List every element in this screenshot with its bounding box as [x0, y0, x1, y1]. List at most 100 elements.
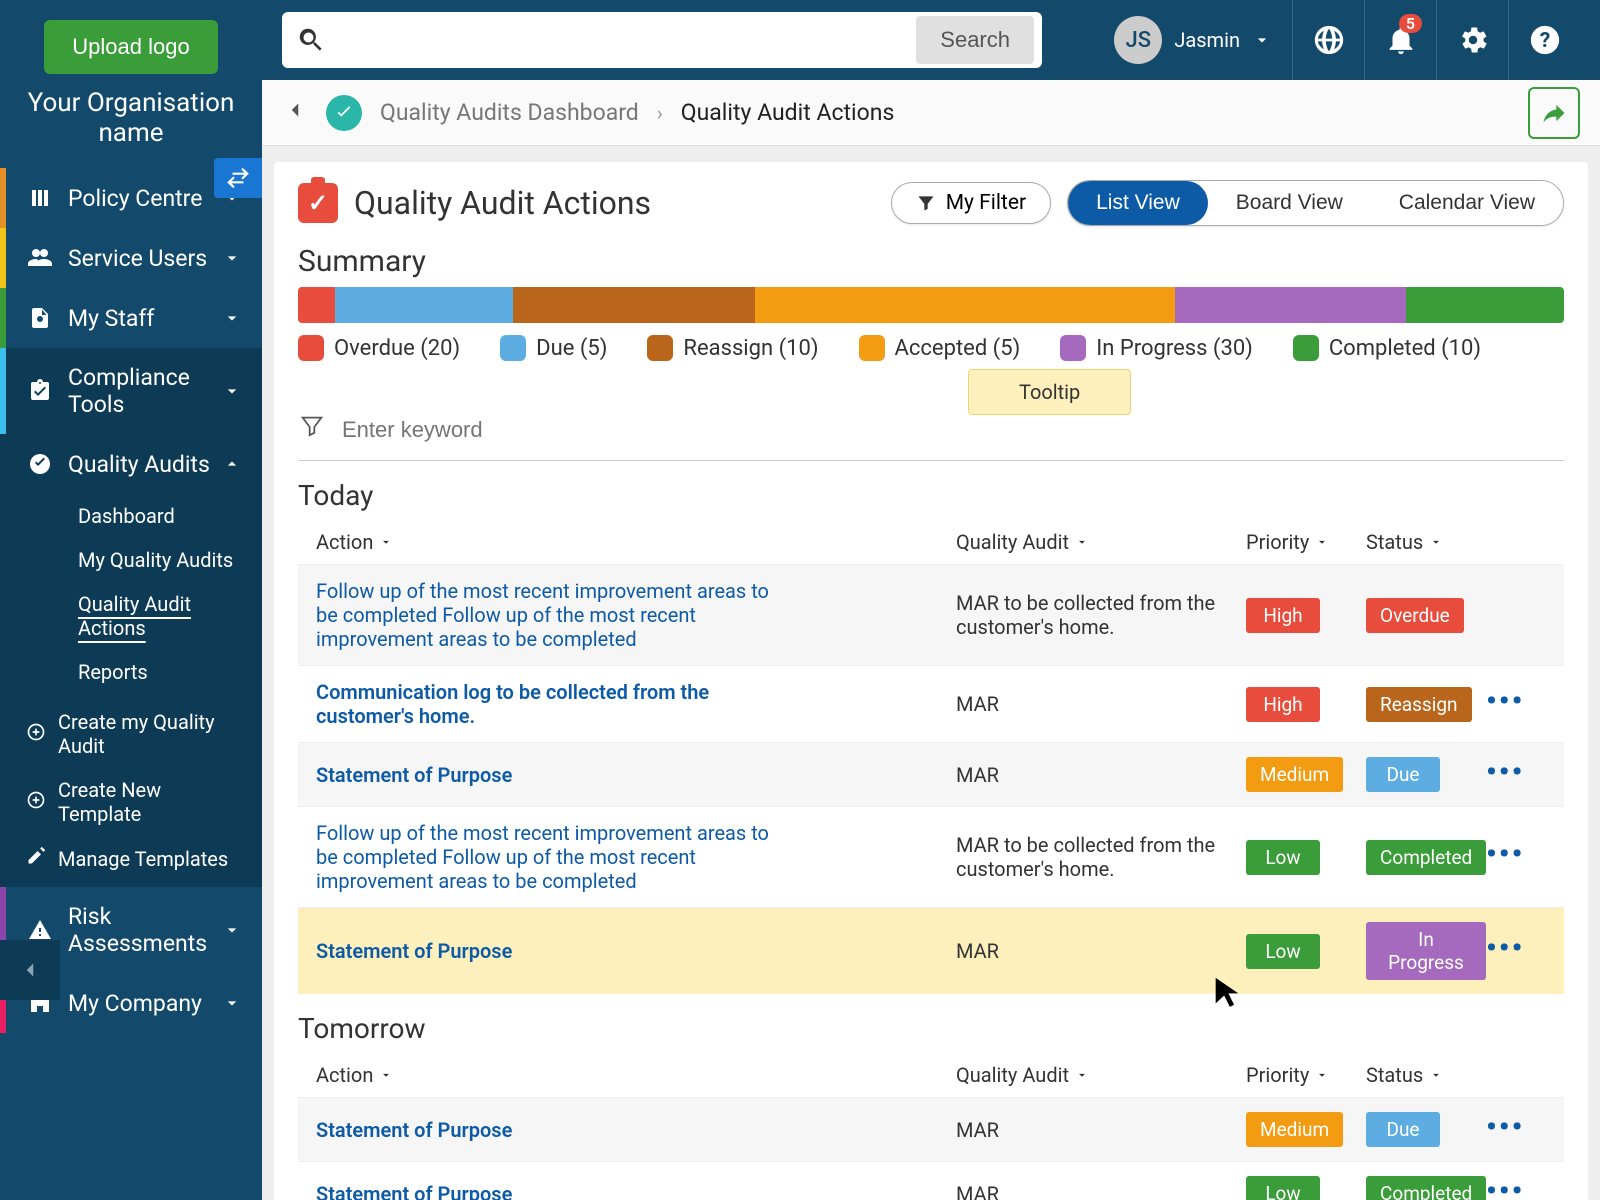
action-cell[interactable]: Statement of Purpose	[316, 763, 786, 787]
view-tab-board-view[interactable]: Board View	[1208, 181, 1371, 225]
nav-item-my-staff[interactable]: My Staff	[0, 288, 262, 348]
upload-logo-button[interactable]: Upload logo	[44, 20, 217, 74]
sidebar: Upload logo Your Organisation name Polic…	[0, 0, 262, 1200]
legend-label: Due (5)	[536, 336, 607, 361]
more-actions-button[interactable]: •••	[1486, 1174, 1524, 1200]
summary-segment[interactable]	[513, 287, 755, 323]
subnav-dashboard[interactable]: Dashboard	[58, 494, 262, 538]
chevron-down-icon	[1252, 30, 1272, 50]
column-header[interactable]: Quality Audit	[956, 530, 1246, 554]
table-row[interactable]: Follow up of the most recent improvement…	[298, 806, 1564, 907]
clipboard-check-icon	[298, 183, 338, 223]
table-row[interactable]: Follow up of the most recent improvement…	[298, 564, 1564, 665]
search-input[interactable]	[326, 27, 916, 53]
nav-item-compliance-tools[interactable]: Compliance Tools	[0, 348, 262, 434]
action-cell[interactable]: Statement of Purpose	[316, 939, 786, 963]
summary-segment[interactable]	[335, 287, 514, 323]
plus-circle-icon	[26, 790, 46, 815]
subnav-my-quality-audits[interactable]: My Quality Audits	[58, 538, 262, 582]
share-button[interactable]	[1528, 87, 1580, 139]
collapse-sidebar-button[interactable]	[0, 940, 60, 1000]
more-actions-button[interactable]: •••	[1486, 755, 1524, 790]
more-actions-button[interactable]: •••	[1486, 1110, 1524, 1145]
nav-quality-audits[interactable]: Quality Audits	[0, 434, 262, 494]
view-tab-list-view[interactable]: List View	[1068, 181, 1208, 225]
swatch	[298, 335, 324, 361]
column-header[interactable]: Action	[316, 1063, 956, 1087]
action-cell[interactable]: Follow up of the most recent improvement…	[316, 579, 786, 651]
nav-item-service-users[interactable]: Service Users	[0, 228, 262, 288]
bell-icon[interactable]: 5	[1364, 0, 1436, 80]
action-cell[interactable]: Follow up of the most recent improvement…	[316, 821, 786, 893]
topbar: Search JS Jasmin 5 ?	[262, 0, 1600, 80]
summary-segment[interactable]	[755, 287, 1175, 323]
subnav-reports[interactable]: Reports	[58, 650, 262, 694]
user-name: Jasmin	[1174, 28, 1240, 52]
check-circle-icon	[326, 95, 362, 131]
svg-text:?: ?	[1539, 28, 1550, 53]
table-header: Action Quality Audit Priority Status	[298, 1053, 1564, 1097]
column-header[interactable]: Priority	[1246, 530, 1366, 554]
back-button[interactable]	[282, 97, 308, 128]
nav-icon	[26, 184, 54, 212]
summary-segment[interactable]	[1175, 287, 1406, 323]
action-cell[interactable]: Statement of Purpose	[316, 1182, 786, 1200]
chevron-down-icon	[222, 308, 242, 328]
summary-segment[interactable]	[298, 287, 335, 323]
column-header[interactable]: Quality Audit	[956, 1063, 1246, 1087]
summary-segment[interactable]	[1406, 287, 1564, 323]
my-filter-button[interactable]: My Filter	[891, 182, 1051, 224]
globe-icon[interactable]	[1292, 0, 1364, 80]
legend-item[interactable]: Due (5)	[500, 335, 607, 361]
action-label: Create New Template	[58, 778, 242, 826]
avatar: JS	[1114, 16, 1162, 64]
help-icon[interactable]: ?	[1508, 0, 1580, 80]
chevron-down-icon	[222, 920, 242, 940]
legend-item[interactable]: Completed (10)	[1293, 335, 1481, 361]
subnav-quality-audit-actions[interactable]: Quality Audit Actions	[58, 582, 262, 650]
more-actions-button[interactable]: •••	[1486, 837, 1524, 872]
legend-item[interactable]: In Progress (30)	[1060, 335, 1253, 361]
breadcrumb-current: Quality Audit Actions	[681, 99, 895, 126]
column-header[interactable]: Priority	[1246, 1063, 1366, 1087]
table-row[interactable]: Communication log to be collected from t…	[298, 665, 1564, 742]
nav-label: Quality Audits	[68, 451, 222, 478]
column-header[interactable]: Status	[1366, 1063, 1486, 1087]
keyword-input[interactable]	[342, 417, 1564, 443]
tooltip: Tooltip	[968, 369, 1131, 415]
sort-icon	[1315, 535, 1329, 549]
gear-icon[interactable]	[1436, 0, 1508, 80]
section-title: Today	[298, 479, 1564, 512]
more-actions-button[interactable]: •••	[1486, 931, 1524, 966]
status-tag: Due	[1366, 757, 1440, 792]
search-button[interactable]: Search	[916, 16, 1034, 64]
legend-label: In Progress (30)	[1096, 336, 1253, 361]
sidebar-action[interactable]: Create my Quality Audit	[0, 700, 262, 768]
sidebar-action[interactable]: Create New Template	[0, 768, 262, 836]
legend-item[interactable]: Reassign (10)	[647, 335, 818, 361]
more-actions-button[interactable]: •••	[1486, 684, 1524, 719]
pencil-icon	[26, 846, 46, 871]
status-tag: Completed	[1366, 840, 1486, 875]
table-row[interactable]: Statement of PurposeMARMediumDue•••	[298, 742, 1564, 806]
table-row[interactable]: Statement of PurposeMARLowCompleted•••	[298, 1161, 1564, 1200]
sidebar-action[interactable]: Manage Templates	[0, 836, 262, 881]
legend-item[interactable]: Accepted (5)	[859, 335, 1021, 361]
table-row[interactable]: Statement of PurposeMARLowIn Progress•••	[298, 907, 1564, 994]
nav-icon	[26, 377, 54, 405]
filter-funnel-icon[interactable]	[298, 413, 326, 446]
legend-item[interactable]: Overdue (20)	[298, 335, 460, 361]
page-title: Quality Audit Actions	[354, 184, 651, 222]
chevron-up-icon	[222, 454, 242, 474]
user-menu[interactable]: JS Jasmin	[1114, 16, 1272, 64]
action-cell[interactable]: Statement of Purpose	[316, 1118, 786, 1142]
action-cell[interactable]: Communication log to be collected from t…	[316, 680, 786, 728]
breadcrumb-parent[interactable]: Quality Audits Dashboard	[380, 99, 639, 126]
view-tab-calendar-view[interactable]: Calendar View	[1371, 181, 1563, 225]
swap-icon[interactable]	[214, 158, 262, 198]
column-header[interactable]: Action	[316, 530, 956, 554]
table-row[interactable]: Statement of PurposeMARMediumDue•••	[298, 1097, 1564, 1161]
sort-icon	[1315, 1068, 1329, 1082]
action-label: Manage Templates	[58, 847, 228, 871]
column-header[interactable]: Status	[1366, 530, 1486, 554]
